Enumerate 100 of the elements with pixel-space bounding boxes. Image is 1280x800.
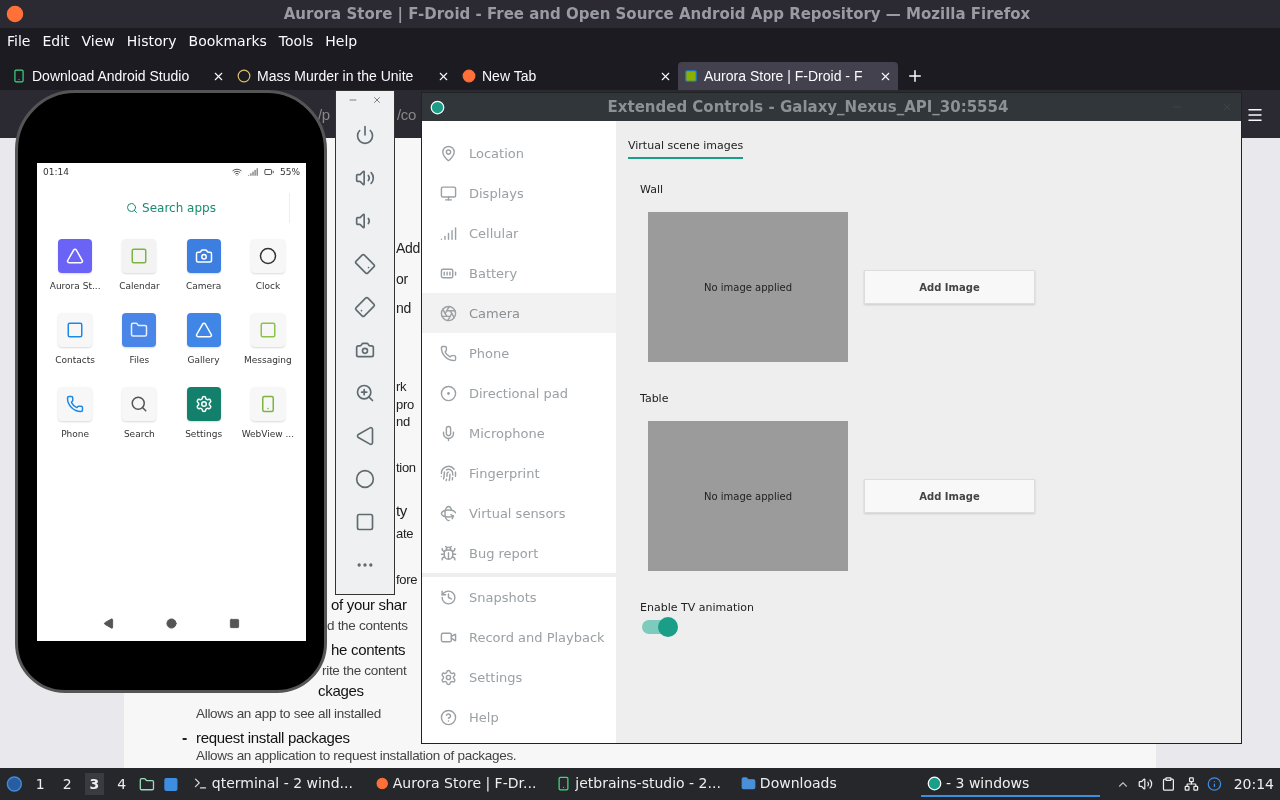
new-tab-icon[interactable] bbox=[906, 67, 924, 85]
page-text: nd bbox=[396, 300, 411, 316]
taskbar-task[interactable]: qterminal - 2 wind... bbox=[186, 771, 363, 797]
page-text: tion bbox=[396, 460, 416, 475]
battery-level: 55% bbox=[280, 167, 300, 177]
location-icon bbox=[440, 144, 457, 162]
page-text: Add bbox=[396, 240, 420, 256]
dpad-icon bbox=[440, 384, 457, 402]
app-icon[interactable] bbox=[122, 387, 157, 421]
fingerprint-icon bbox=[440, 464, 457, 482]
overview-icon[interactable] bbox=[355, 511, 375, 532]
android-icon bbox=[12, 69, 26, 83]
menu-item[interactable]: Tools bbox=[278, 33, 314, 49]
menu-item[interactable]: Edit bbox=[42, 33, 70, 49]
power-icon[interactable] bbox=[355, 124, 375, 145]
menu-icon[interactable] bbox=[1246, 106, 1264, 124]
scene-tab[interactable]: Virtual scene images bbox=[628, 139, 744, 159]
browser-tab[interactable]: Mass Murder in the Unite bbox=[231, 62, 456, 90]
browser-tab[interactable]: New Tab bbox=[456, 62, 678, 90]
empty-image-text: No image applied bbox=[704, 281, 792, 293]
phone-icon bbox=[440, 344, 457, 362]
page-text: nd bbox=[396, 414, 410, 429]
home-icon[interactable] bbox=[355, 468, 375, 489]
menu-item[interactable]: View bbox=[81, 33, 115, 49]
app-label[interactable]: Files bbox=[129, 355, 150, 365]
app-label[interactable]: Aurora St... bbox=[49, 281, 101, 291]
back-icon[interactable] bbox=[355, 425, 375, 446]
app-label[interactable]: Contacts bbox=[55, 355, 95, 365]
add-image-button[interactable]: Add Image bbox=[864, 270, 1035, 304]
network-icon[interactable] bbox=[1183, 776, 1199, 792]
taskbar-task[interactable]: Aurora Store | F-Dr... bbox=[370, 771, 543, 797]
back-icon[interactable] bbox=[103, 618, 114, 629]
displays-icon bbox=[440, 184, 457, 202]
toggle-label: Enable TV animation bbox=[640, 601, 755, 614]
show-desktop-icon[interactable] bbox=[163, 775, 179, 793]
help-icon bbox=[440, 708, 457, 726]
window-title: Extended Controls - Galaxy_Nexus_API_30:5554 bbox=[606, 98, 1010, 116]
notification-icon[interactable] bbox=[1206, 776, 1222, 792]
page-text: pro bbox=[396, 397, 414, 412]
app-label[interactable]: Search bbox=[123, 429, 155, 439]
browser-tab[interactable]: Aurora Store | F-Droid - F bbox=[678, 62, 898, 90]
page-text: ty bbox=[396, 502, 408, 519]
page-text: or bbox=[396, 271, 408, 287]
page-text: rk bbox=[396, 379, 407, 394]
desktop-switcher[interactable]: 1 bbox=[30, 773, 50, 795]
browser-tab[interactable]: Download Android Studio bbox=[6, 62, 231, 90]
list-bullet: - bbox=[182, 729, 188, 747]
camera-icon bbox=[440, 304, 457, 322]
folder-icon bbox=[740, 775, 756, 791]
permission-description: Allows an app to see all installed bbox=[196, 706, 381, 721]
desktop-switcher[interactable]: 2 bbox=[57, 773, 77, 795]
zoom-icon[interactable] bbox=[355, 382, 375, 403]
app-label[interactable]: Clock bbox=[255, 281, 281, 291]
menu-item[interactable]: File bbox=[7, 33, 31, 49]
app-label[interactable]: Calendar bbox=[119, 281, 160, 291]
home-icon[interactable] bbox=[166, 618, 177, 629]
menu-item[interactable]: Bookmarks bbox=[188, 33, 267, 49]
page-text: ate bbox=[396, 526, 414, 541]
page-text: fore bbox=[396, 572, 418, 587]
app-icon[interactable] bbox=[58, 239, 93, 273]
menu-item[interactable]: Help bbox=[325, 33, 358, 49]
app-label[interactable]: Messaging bbox=[243, 355, 292, 365]
app-label[interactable]: Settings bbox=[185, 429, 223, 439]
menu-item[interactable]: History bbox=[126, 33, 177, 49]
clock: 20:14 bbox=[1233, 776, 1274, 792]
desktop-switcher[interactable]: 3 bbox=[84, 773, 105, 795]
scene-label: Wall bbox=[640, 183, 665, 196]
taskbar-task[interactable]: jetbrains-studio - 2... bbox=[550, 771, 727, 797]
taskbar-task[interactable]: Downloads bbox=[734, 771, 902, 797]
snapshots-icon bbox=[440, 588, 457, 606]
taskbar-task[interactable]: - 3 windows bbox=[921, 771, 1101, 797]
permission-description: rite the content bbox=[322, 663, 407, 678]
recents-icon[interactable] bbox=[229, 618, 240, 629]
desktop-switcher[interactable]: 4 bbox=[112, 773, 132, 795]
file-manager-icon[interactable] bbox=[139, 775, 156, 793]
bug-icon bbox=[440, 544, 457, 562]
window-title: Aurora Store | F-Droid - Free and Open Source Android App Repository — Mozilla Firefox bbox=[282, 5, 1032, 23]
android-icon bbox=[556, 775, 572, 791]
app-icon[interactable] bbox=[250, 239, 285, 273]
app-icon[interactable] bbox=[186, 387, 221, 421]
search-icon bbox=[126, 202, 139, 214]
scene-label: Table bbox=[640, 392, 670, 405]
app-label[interactable]: Gallery bbox=[187, 355, 220, 365]
volume-icon[interactable] bbox=[1138, 776, 1154, 792]
permission-title: he contents bbox=[331, 641, 406, 658]
add-image-button[interactable]: Add Image bbox=[864, 479, 1035, 513]
volume-up-icon[interactable] bbox=[355, 167, 375, 188]
wifi-icon bbox=[232, 167, 242, 177]
app-label[interactable]: Camera bbox=[185, 281, 222, 291]
terminal-icon bbox=[192, 775, 208, 791]
clipboard-icon[interactable] bbox=[1161, 776, 1176, 792]
app-label[interactable]: Phone bbox=[61, 429, 90, 439]
start-menu-icon[interactable] bbox=[6, 775, 23, 793]
app-label[interactable]: WebView ... bbox=[241, 429, 295, 439]
status-time: 01:14 bbox=[43, 167, 69, 177]
search-field[interactable]: Search apps bbox=[53, 193, 290, 223]
signal-icon bbox=[248, 167, 258, 177]
settings-icon bbox=[440, 668, 457, 686]
permission-description: d the contents bbox=[327, 618, 408, 633]
empty-image-text: No image applied bbox=[704, 490, 792, 502]
